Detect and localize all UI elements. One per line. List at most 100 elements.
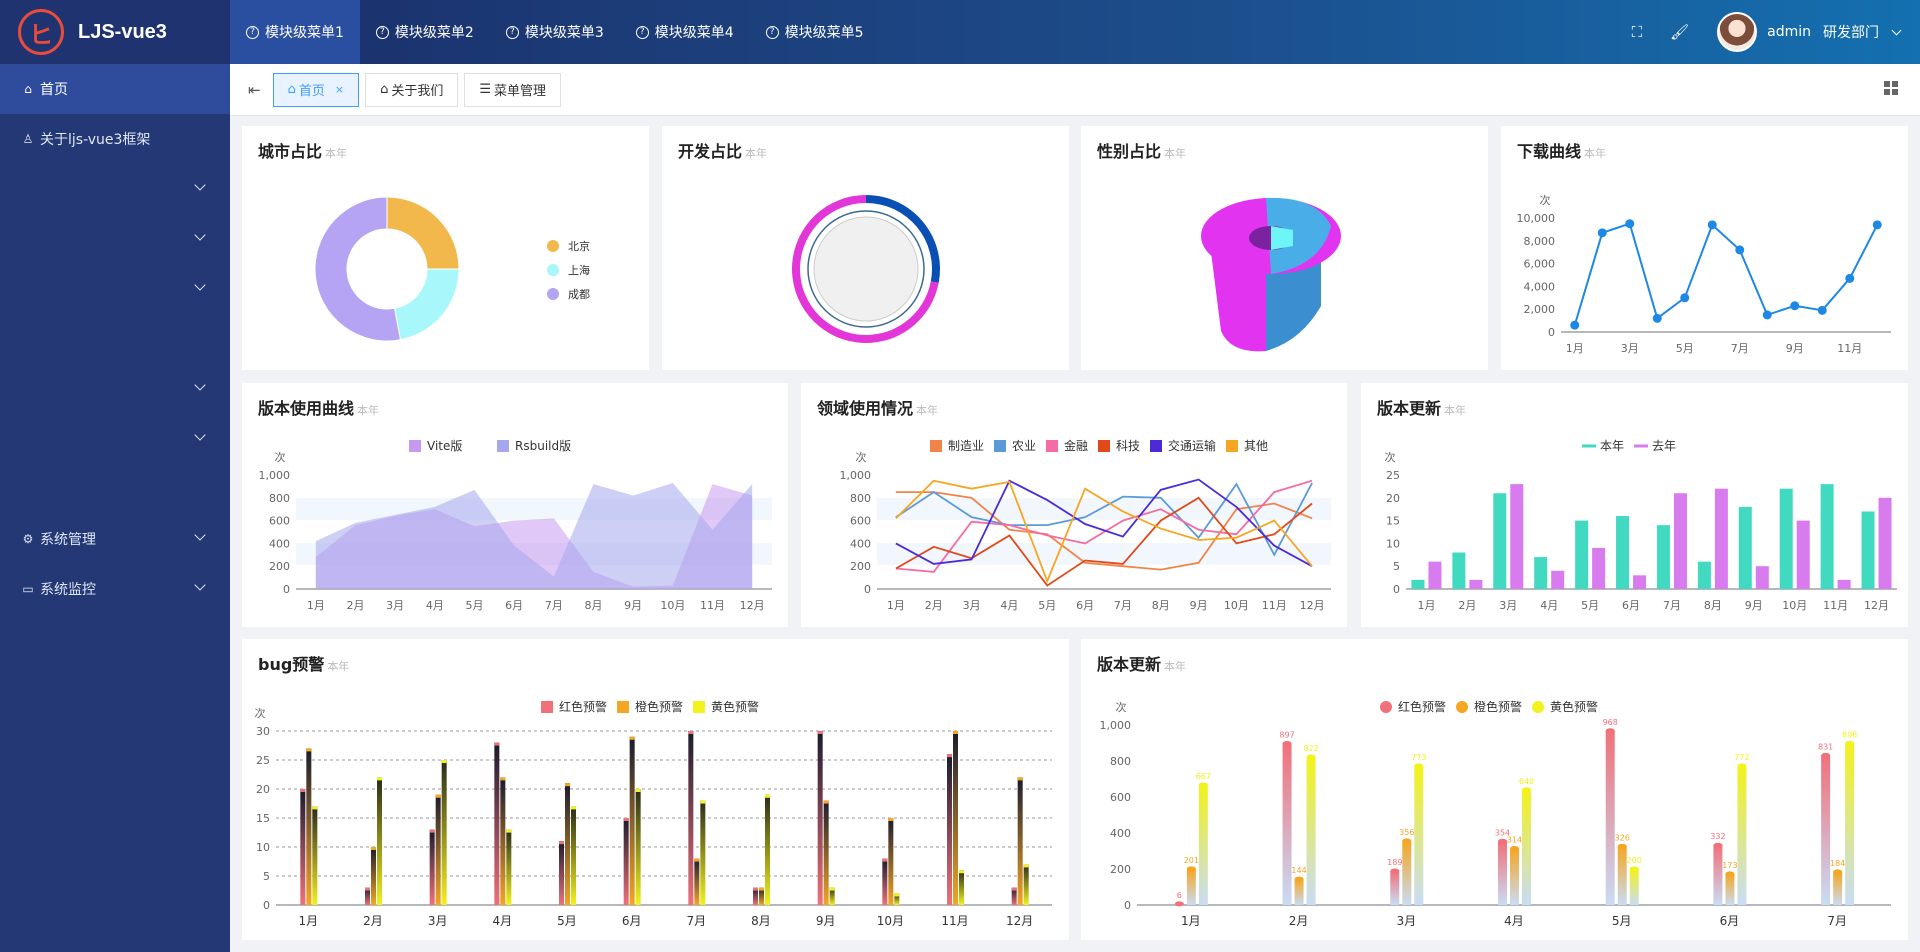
- bar: [817, 731, 823, 905]
- bar-cap: [441, 760, 447, 763]
- sidebar-item-label: 关于ljs-vue3框架: [40, 132, 151, 148]
- x-tick-label: 3月: [963, 599, 981, 612]
- data-label: 968: [1603, 718, 1618, 727]
- bar-cap: [817, 731, 823, 734]
- user-dept[interactable]: 研发部门: [1823, 22, 1879, 42]
- sidebar-item-5[interactable]: [0, 364, 230, 414]
- y-tick-label: 15: [256, 812, 270, 825]
- bar-cap: [953, 731, 958, 734]
- user-name[interactable]: admin: [1767, 24, 1811, 40]
- top-menu-item-4[interactable]: ? 模块级菜单4: [620, 0, 750, 64]
- legend-label: 农业: [1012, 439, 1036, 453]
- x-tick-label: 7月: [1114, 599, 1132, 612]
- bar-cap: [1186, 866, 1196, 872]
- home-icon: ⌂: [287, 82, 296, 97]
- sidebar-item-7[interactable]: ⚙ 系统管理: [0, 514, 230, 564]
- bar-cap: [506, 829, 512, 833]
- bar-cap: [947, 754, 952, 758]
- sidebar-item-6[interactable]: [0, 414, 230, 464]
- theme-brush-icon[interactable]: 🖌: [1670, 23, 1689, 41]
- question-icon: ?: [375, 25, 389, 39]
- bar-cap: [1725, 871, 1735, 877]
- chevron-down-icon[interactable]: [1891, 25, 1902, 35]
- tab-0[interactable]: ⌂ 首页 ×: [272, 72, 360, 107]
- x-tick-label: 5月: [557, 914, 577, 928]
- list-icon: ☰: [479, 82, 492, 97]
- y-tick-label: 20: [1386, 492, 1400, 505]
- fullscreen-icon[interactable]: ⛶: [1632, 23, 1643, 41]
- bar: [1697, 561, 1711, 589]
- data-label: 144: [1291, 866, 1306, 875]
- x-tick-label: 2月: [347, 599, 365, 612]
- bar: [1186, 868, 1196, 905]
- legend-label: 金融: [1064, 438, 1088, 453]
- x-tick-label: 2月: [925, 599, 943, 612]
- bar-cap: [753, 887, 758, 891]
- close-icon[interactable]: ×: [335, 83, 344, 96]
- bar: [1469, 579, 1483, 589]
- bar: [1737, 766, 1747, 905]
- data-point: [1625, 219, 1635, 229]
- tab-2[interactable]: ☰ 菜单管理: [464, 72, 562, 107]
- y-tick-label: 0: [283, 583, 290, 596]
- bar-cap: [300, 789, 306, 792]
- bar: [1755, 566, 1769, 589]
- bar: [1306, 757, 1316, 905]
- top-menu-label: 模块级菜单4: [654, 25, 734, 41]
- y-tick-label: 5: [1393, 560, 1400, 573]
- top-menu-item-3[interactable]: ? 模块级菜单3: [490, 0, 620, 64]
- bar: [1428, 561, 1442, 589]
- bar-cap: [429, 829, 435, 833]
- sidebar-item-4[interactable]: [0, 264, 230, 314]
- bar: [1673, 493, 1687, 589]
- bar: [1713, 845, 1723, 905]
- top-menu-label: 模块级菜单2: [394, 25, 474, 41]
- bar-cap: [1198, 782, 1208, 788]
- bar: [629, 736, 635, 905]
- sidebar-item-8[interactable]: ▭ 系统监控: [0, 564, 230, 614]
- x-tick-label: 3月: [386, 599, 404, 612]
- bar-cap: [1282, 741, 1292, 747]
- data-label: 822: [1303, 744, 1318, 753]
- bar-cap: [635, 789, 641, 792]
- y-tick-label: 15: [1386, 515, 1400, 528]
- y-tick-label: 1,000: [1100, 719, 1132, 732]
- sidebar-item-0[interactable]: ⌂ 首页: [0, 64, 230, 114]
- y-axis-label: 次: [275, 450, 286, 464]
- sidebar-item-1[interactable]: ♙ 关于ljs-vue3框架: [0, 114, 230, 164]
- app-logo[interactable]: ヒ LJS-vue3: [0, 0, 230, 64]
- avatar[interactable]: [1717, 12, 1758, 52]
- data-label: 898: [1842, 730, 1857, 739]
- sidebar-item-3[interactable]: [0, 214, 230, 264]
- y-tick-label: 0: [1548, 326, 1555, 339]
- bar: [1023, 864, 1029, 905]
- bar-cap: [494, 742, 500, 746]
- x-tick-label: 3月: [1499, 599, 1517, 612]
- bar-cap: [959, 870, 964, 874]
- bar: [1592, 547, 1606, 589]
- y-tick-label: 10: [256, 841, 270, 854]
- y-tick-label: 400: [269, 537, 290, 550]
- bar: [494, 742, 500, 905]
- top-menu-item-2[interactable]: ? 模块级菜单2: [360, 0, 490, 64]
- y-tick-label: 800: [850, 492, 871, 505]
- x-tick-label: 7月: [1663, 599, 1681, 612]
- bar-cap: [1023, 864, 1029, 868]
- top-menu-item-1[interactable]: ? 模块级菜单1: [230, 0, 360, 64]
- bar-cap: [371, 847, 376, 850]
- x-tick-label: 9月: [816, 914, 836, 928]
- bar-cap: [888, 818, 894, 821]
- bar-cap: [759, 887, 764, 891]
- menu-fold-icon[interactable]: ⇤: [248, 81, 261, 99]
- data-point: [1652, 313, 1662, 323]
- bar: [1779, 488, 1793, 589]
- bar: [623, 818, 629, 905]
- top-menu-item-5[interactable]: ? 模块级菜单5: [750, 0, 880, 64]
- bar: [429, 829, 435, 905]
- sidebar-item-2[interactable]: [0, 164, 230, 214]
- bar: [1414, 765, 1424, 905]
- grid-icon[interactable]: [1884, 81, 1898, 95]
- bar-cap: [1510, 845, 1519, 851]
- question-icon: ?: [246, 25, 259, 39]
- tab-1[interactable]: ⌂ 关于我们: [365, 72, 459, 107]
